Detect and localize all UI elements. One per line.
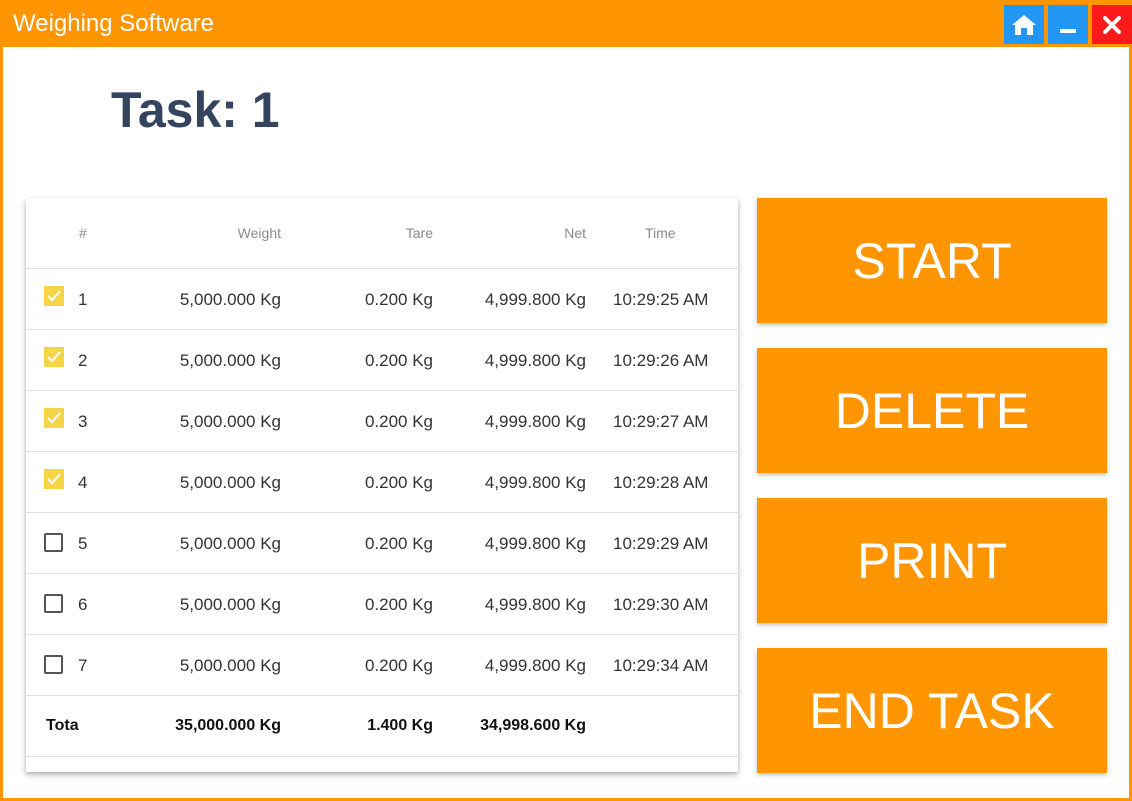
row-checkbox[interactable]: [44, 286, 64, 306]
row-tare: 0.200 Kg: [364, 412, 433, 431]
checkmark-icon: [47, 412, 61, 424]
row-num: 1: [78, 290, 88, 309]
close-icon: [1103, 15, 1121, 34]
table-row[interactable]: 6 5,000.000 Kg 0.200 Kg 4,999.800 Kg 10:29:3…: [26, 574, 738, 635]
row-time: 10:29:29 AM: [613, 534, 709, 553]
row-tare: 0.200 Kg: [364, 351, 433, 370]
row-time: 10:29:25 AM: [613, 290, 709, 309]
home-icon: [1012, 14, 1036, 35]
row-checkbox[interactable]: [44, 594, 63, 613]
minimize-icon: [1060, 28, 1076, 33]
window-title: Weighing Software: [13, 10, 214, 37]
row-weight: 5,000.000 Kg: [179, 351, 281, 370]
row-time: 10:29:26 AM: [613, 351, 709, 370]
row-num: 6: [78, 595, 88, 614]
row-net: 4,999.800 Kg: [484, 351, 586, 370]
header-weight: Weight: [237, 225, 281, 241]
table-row[interactable]: 1 5,000.000 Kg 0.200 Kg 4,999.800 Kg 10:29:2…: [26, 269, 738, 330]
header-time: Time: [645, 225, 676, 241]
row-weight: 5,000.000 Kg: [179, 473, 281, 492]
checkmark-icon: [47, 290, 61, 302]
checkmark-icon: [47, 473, 61, 485]
row-num: 4: [78, 473, 88, 492]
row-tare: 0.200 Kg: [364, 473, 433, 492]
header-num: #: [79, 225, 87, 241]
total-net: 34,998.600 Kg: [480, 717, 586, 734]
row-tare: 0.200 Kg: [364, 656, 433, 675]
row-tare: 0.200 Kg: [364, 595, 433, 614]
row-checkbox[interactable]: [44, 655, 63, 674]
row-time: 10:29:28 AM: [613, 473, 709, 492]
weighing-table: # Weight Tare Net Time 1 5,000.000 Kg 0.20…: [26, 198, 738, 772]
header-tare: Tare: [405, 225, 433, 241]
title-bar: Weighing Software: [3, 0, 1132, 47]
row-time: 10:29:27 AM: [613, 412, 709, 431]
header-net: Net: [564, 225, 586, 241]
row-weight: 5,000.000 Kg: [179, 534, 281, 553]
table-row[interactable]: 7 5,000.000 Kg 0.200 Kg 4,999.800 Kg 10:29:3…: [26, 635, 738, 696]
row-weight: 5,000.000 Kg: [179, 412, 281, 431]
row-net: 4,999.800 Kg: [484, 595, 586, 614]
print-button[interactable]: PRINT: [757, 498, 1107, 623]
row-checkbox[interactable]: [44, 347, 64, 367]
checkmark-icon: [47, 351, 61, 363]
table-row[interactable]: 2 5,000.000 Kg 0.200 Kg 4,999.800 Kg 10:29:2…: [26, 330, 738, 391]
row-net: 4,999.800 Kg: [484, 473, 586, 492]
row-weight: 5,000.000 Kg: [179, 656, 281, 675]
row-checkbox[interactable]: [44, 469, 64, 489]
row-checkbox[interactable]: [44, 533, 63, 552]
total-weight: 35,000.000 Kg: [175, 717, 281, 734]
row-weight: 5,000.000 Kg: [179, 290, 281, 309]
close-button[interactable]: [1092, 5, 1132, 44]
row-time: 10:29:34 AM: [613, 656, 709, 675]
row-checkbox[interactable]: [44, 408, 64, 428]
total-label: Tota: [46, 717, 79, 734]
row-num: 5: [78, 534, 88, 553]
table-header: # Weight Tare Net Time: [26, 198, 738, 269]
row-time: 10:29:30 AM: [613, 595, 709, 614]
total-row: Tota 35,000.000 Kg 1.400 Kg 34,998.600 Kg: [26, 696, 738, 757]
delete-button[interactable]: DELETE: [757, 348, 1107, 473]
row-net: 4,999.800 Kg: [484, 412, 586, 431]
task-title: Task: 1: [111, 82, 280, 138]
table-row[interactable]: 3 5,000.000 Kg 0.200 Kg 4,999.800 Kg 10:29:2…: [26, 391, 738, 452]
end-task-button[interactable]: END TASK: [757, 648, 1107, 773]
row-tare: 0.200 Kg: [364, 290, 433, 309]
home-button[interactable]: [1004, 5, 1044, 44]
total-tare: 1.400 Kg: [367, 717, 433, 734]
row-net: 4,999.800 Kg: [484, 290, 586, 309]
row-num: 7: [78, 656, 88, 675]
row-num: 3: [78, 412, 88, 431]
row-weight: 5,000.000 Kg: [179, 595, 281, 614]
start-button[interactable]: START: [757, 198, 1107, 323]
app-window: Weighing Software Task: 1 # Weight Tare …: [0, 0, 1132, 801]
row-net: 4,999.800 Kg: [484, 534, 586, 553]
minimize-button[interactable]: [1048, 5, 1088, 44]
table-row[interactable]: 4 5,000.000 Kg 0.200 Kg 4,999.800 Kg 10:29:2…: [26, 452, 738, 513]
row-net: 4,999.800 Kg: [484, 656, 586, 675]
table-row[interactable]: 5 5,000.000 Kg 0.200 Kg 4,999.800 Kg 10:29:2…: [26, 513, 738, 574]
row-tare: 0.200 Kg: [364, 534, 433, 553]
row-num: 2: [78, 351, 88, 370]
